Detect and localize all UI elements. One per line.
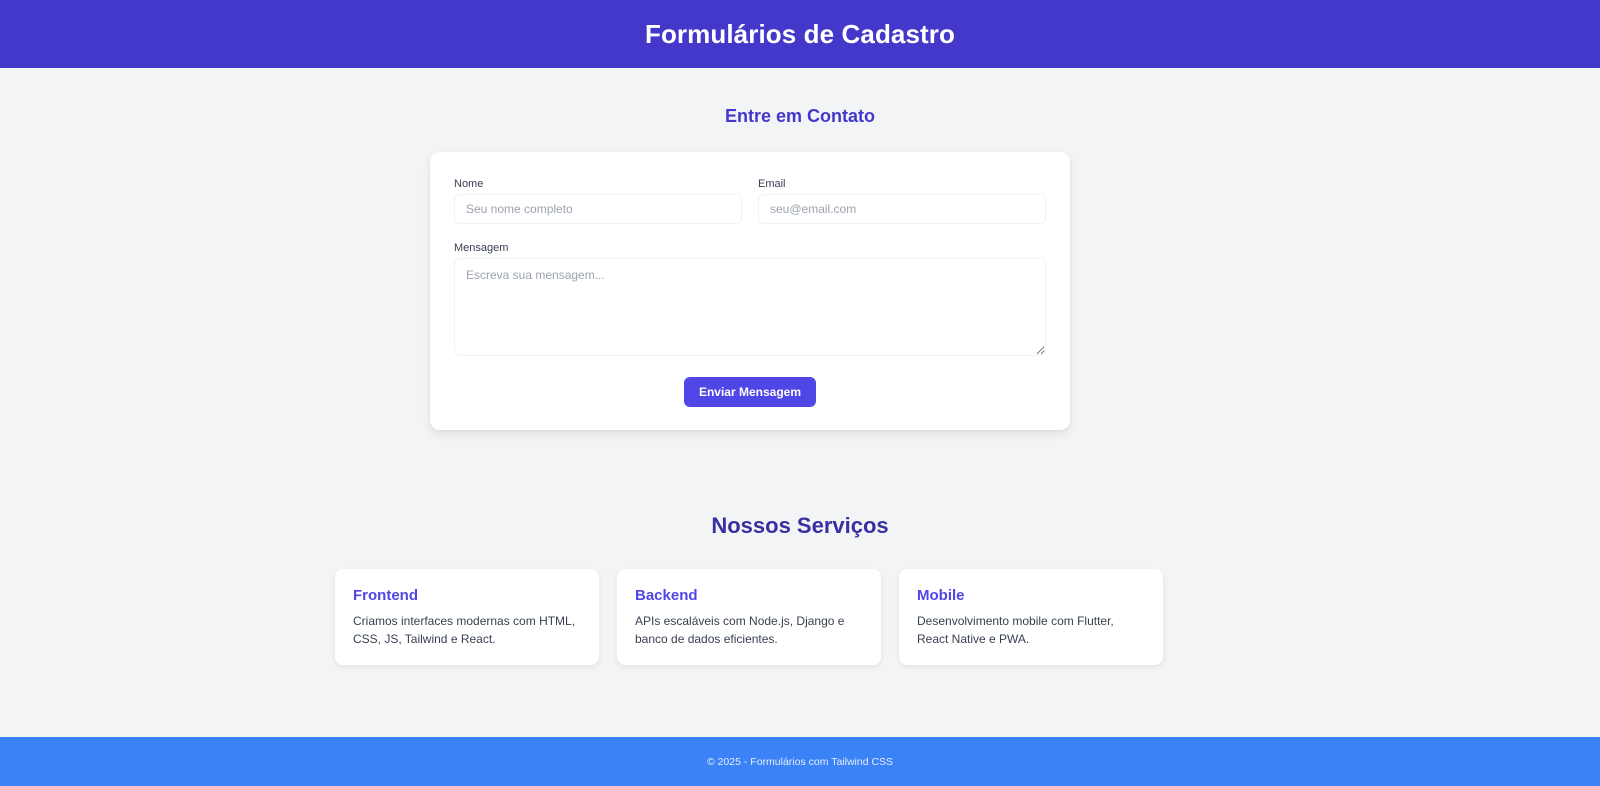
site-footer: © 2025 - Formulários com Tailwind CSS xyxy=(0,737,1600,786)
footer-copyright: © 2025 - Formulários com Tailwind CSS xyxy=(706,755,894,768)
message-textarea[interactable] xyxy=(454,258,1046,356)
service-description: APIs escaláveis com Node.js, Django e ba… xyxy=(635,614,845,646)
service-description: Criamos interfaces modernas com HTML, CS… xyxy=(353,614,576,646)
service-title: Frontend xyxy=(353,587,418,604)
contact-section-title: Entre em Contato xyxy=(724,106,875,126)
service-title: Backend xyxy=(635,587,698,604)
services-section-title: Nossos Serviços xyxy=(711,513,889,538)
name-label: Nome xyxy=(454,178,484,190)
service-card-backend: Backend APIs escaláveis com Node.js, Dja… xyxy=(617,569,881,665)
service-title: Mobile xyxy=(917,587,965,604)
send-message-button[interactable]: Enviar Mensagem xyxy=(684,377,816,407)
email-input[interactable] xyxy=(758,194,1046,224)
page-title: Formulários de Cadastro xyxy=(644,18,956,49)
contact-form: Nome Email Mensagem Enviar Mensagem xyxy=(430,152,1070,430)
service-description: Desenvolvimento mobile com Flutter, Reac… xyxy=(917,614,1114,646)
service-card-mobile: Mobile Desenvolvimento mobile com Flutte… xyxy=(899,569,1163,665)
site-header: Formulários de Cadastro xyxy=(0,0,1600,68)
page: Formulários de Cadastro Entre em Contato… xyxy=(0,0,1600,786)
email-label: Email xyxy=(758,178,786,190)
service-card-frontend: Frontend Criamos interfaces modernas com… xyxy=(335,569,599,665)
message-label: Mensagem xyxy=(454,242,509,254)
name-input[interactable] xyxy=(454,194,742,224)
